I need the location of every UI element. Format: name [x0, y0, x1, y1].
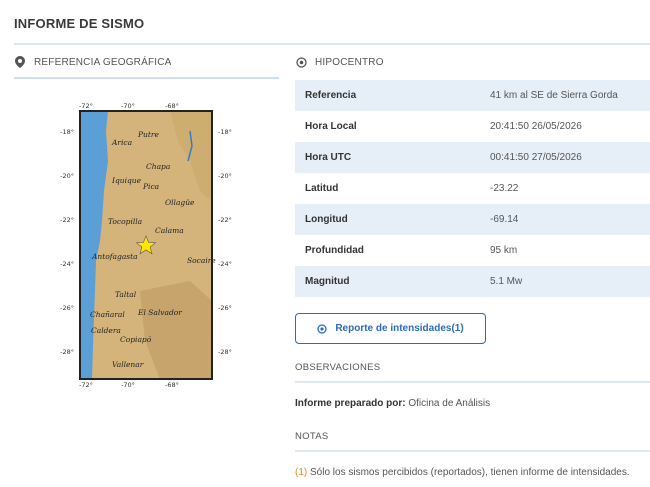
row-label: Hora UTC	[295, 142, 480, 173]
hypocenter-header: HIPOCENTRO	[295, 56, 384, 68]
geo-divider	[14, 77, 279, 79]
observations-divider	[295, 381, 650, 383]
place-label: Copiapó	[120, 335, 152, 344]
prepared-by: Informe preparado por: Oficina de Anális…	[295, 398, 490, 409]
geo-reference-header: REFERENCIA GEOGRÁFICA	[14, 56, 172, 68]
place-label: Putre	[137, 130, 159, 139]
place-label: Chapa	[146, 162, 170, 171]
place-label: Arica	[111, 138, 132, 147]
place-label: Socaire	[187, 256, 216, 265]
row-label: Referencia	[295, 80, 480, 111]
notes-heading: NOTAS	[295, 431, 329, 442]
geo-reference-label: REFERENCIA GEOGRÁFICA	[34, 56, 172, 68]
table-row: Referencia 41 km al SE de Sierra Gorda	[295, 80, 650, 111]
place-label: Tocopilla	[108, 217, 142, 226]
map-tick-left: -18°	[60, 128, 74, 136]
map-tick-left: -20°	[60, 172, 74, 180]
map-tick-right: -28°	[218, 348, 232, 356]
place-label: Antofagasta	[91, 252, 138, 261]
prepared-by-label: Informe preparado por:	[295, 398, 406, 409]
notes-divider	[295, 450, 650, 452]
place-label: Calama	[155, 226, 184, 235]
hypocenter-label: HIPOCENTRO	[315, 56, 384, 68]
target-icon	[295, 56, 307, 68]
target-icon	[317, 323, 327, 334]
intensity-report-button[interactable]: Reporte de intensidades(1)	[295, 313, 486, 344]
row-label: Hora Local	[295, 111, 480, 142]
epicenter-map: -72° -70° -68° -72° -70° -68° -18° -20° …	[50, 101, 240, 391]
map-tick-left: -24°	[60, 260, 74, 268]
row-value: 41 km al SE de Sierra Gorda	[480, 80, 650, 111]
note-item: (1) Sólo los sismos percibidos (reportad…	[295, 467, 630, 478]
place-label: Caldera	[91, 326, 121, 335]
place-label: Chañaral	[90, 310, 125, 319]
map-tick-left: -22°	[60, 216, 74, 224]
row-label: Longitud	[295, 204, 480, 235]
row-value: 5.1 Mw	[480, 266, 650, 297]
table-row: Magnitud 5.1 Mw	[295, 266, 650, 297]
place-label: Iquique	[111, 176, 142, 185]
map-tick-right: -20°	[218, 172, 232, 180]
hypocenter-table: Referencia 41 km al SE de Sierra Gorda H…	[295, 80, 650, 297]
map-tick-bottom: -68°	[165, 381, 179, 389]
map-tick-bottom: -72°	[79, 381, 93, 389]
map-tick-top: -68°	[165, 102, 179, 110]
intensity-report-label: Reporte de intensidades(1)	[335, 323, 464, 334]
map-tick-right: -24°	[218, 260, 232, 268]
place-label: Pica	[142, 182, 159, 191]
table-row: Latitud -23.22	[295, 173, 650, 204]
row-value: -69.14	[480, 204, 650, 235]
title-divider	[14, 43, 650, 45]
place-label: Taltal	[115, 290, 137, 299]
row-value: 00:41:50 27/05/2026	[480, 142, 650, 173]
table-row: Longitud -69.14	[295, 204, 650, 235]
place-label: Ollagüe	[165, 198, 195, 207]
note-number: (1)	[295, 467, 308, 478]
row-label: Latitud	[295, 173, 480, 204]
page-title: INFORME DE SISMO	[14, 16, 145, 31]
map-tick-left: -26°	[60, 304, 74, 312]
place-label: El Salvador	[137, 308, 182, 317]
row-label: Profundidad	[295, 235, 480, 266]
row-value: -23.22	[480, 173, 650, 204]
table-row: Hora UTC 00:41:50 27/05/2026	[295, 142, 650, 173]
row-value: 20:41:50 26/05/2026	[480, 111, 650, 142]
row-label: Magnitud	[295, 266, 480, 297]
map-tick-top: -72°	[79, 102, 93, 110]
map-tick-left: -28°	[60, 348, 74, 356]
note-text: Sólo los sismos percibidos (reportados),…	[310, 467, 630, 478]
table-row: Hora Local 20:41:50 26/05/2026	[295, 111, 650, 142]
row-value: 95 km	[480, 235, 650, 266]
map-tick-top: -70°	[121, 102, 135, 110]
map-tick-right: -18°	[218, 128, 232, 136]
map-pin-icon	[14, 56, 26, 68]
map-tick-right: -22°	[218, 216, 232, 224]
map-tick-bottom: -70°	[121, 381, 135, 389]
place-label: Vallenar	[112, 360, 144, 369]
observations-heading: OBSERVACIONES	[295, 362, 381, 373]
prepared-by-value: Oficina de Análisis	[408, 398, 491, 409]
map-tick-right: -26°	[218, 304, 232, 312]
table-row: Profundidad 95 km	[295, 235, 650, 266]
